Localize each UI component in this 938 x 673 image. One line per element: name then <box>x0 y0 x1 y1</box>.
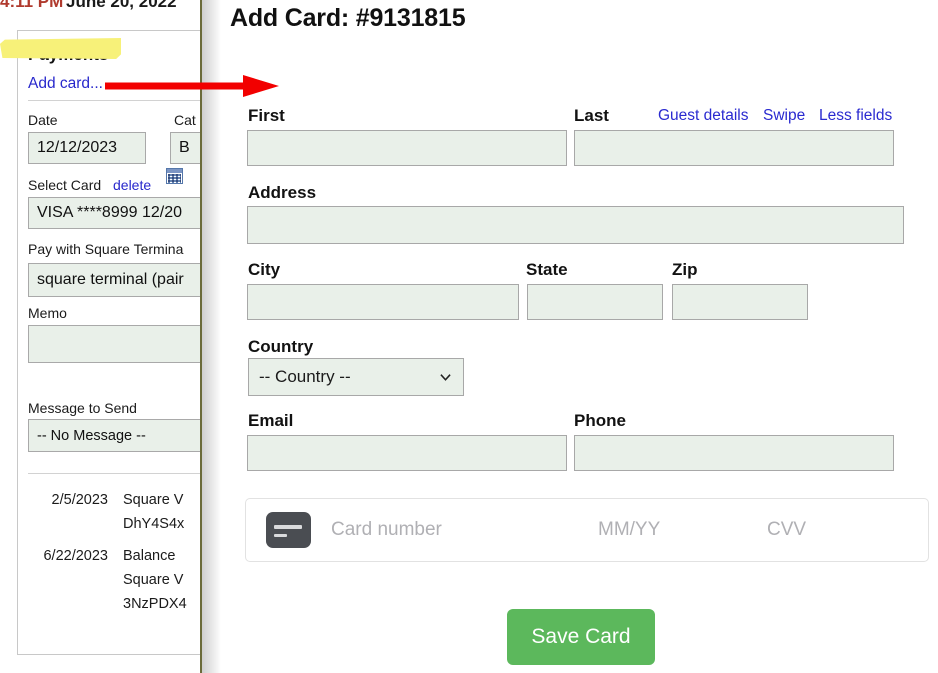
email-input[interactable] <box>247 435 567 471</box>
card-icon-bar <box>274 525 302 529</box>
transaction-desc-line: Square V <box>123 492 184 508</box>
first-name-label: First <box>248 106 285 125</box>
first-name-input[interactable] <box>247 130 567 166</box>
select-card-label: Select Card <box>28 177 102 193</box>
phone-label: Phone <box>574 411 626 430</box>
memo-input[interactable] <box>28 325 201 363</box>
last-name-input[interactable] <box>574 130 894 166</box>
add-card-link[interactable]: Add card... <box>28 75 103 93</box>
city-input[interactable] <box>247 284 519 320</box>
card-cvv-placeholder[interactable]: CVV <box>767 519 806 541</box>
pay-with-input[interactable]: square terminal (pair <box>28 263 201 297</box>
cut-off-window-header: 4:11 PM June 20, 2022 <box>0 0 201 14</box>
sidebar-divider-top <box>28 100 201 101</box>
swipe-link[interactable]: Swipe <box>763 107 805 125</box>
category-input[interactable]: B <box>170 132 201 164</box>
email-label: Email <box>248 411 294 430</box>
guest-details-link[interactable]: Guest details <box>658 107 748 125</box>
transaction-date: 6/22/2023 <box>43 548 108 564</box>
country-selected-value: -- Country -- <box>259 367 351 386</box>
transaction-desc-line: DhY4S4x <box>123 516 185 532</box>
background-window-panel: 4:11 PM June 20, 2022 Payments Add card.… <box>0 0 201 673</box>
page-title: Add Card: #9131815 <box>230 4 466 32</box>
panel-right-border <box>200 0 202 673</box>
message-to-send-select[interactable]: -- No Message -- <box>28 419 201 452</box>
transaction-date: 2/5/2023 <box>51 492 108 508</box>
less-fields-link[interactable]: Less fields <box>819 107 892 125</box>
message-to-send-label: Message to Send <box>28 400 137 416</box>
save-card-button[interactable]: Save Card <box>507 609 655 665</box>
country-select[interactable]: -- Country -- <box>248 358 464 396</box>
zip-label: Zip <box>672 260 698 279</box>
header-date: June 20, 2022 <box>66 0 177 11</box>
credit-card-icon <box>266 512 311 548</box>
sidebar-divider-bottom <box>28 473 201 474</box>
state-input[interactable] <box>527 284 663 320</box>
zip-input[interactable] <box>672 284 808 320</box>
city-label: City <box>248 260 281 279</box>
last-name-label: Last <box>574 106 609 125</box>
transaction-desc-line: Balance <box>123 548 176 564</box>
pay-with-label: Pay with Square Termina <box>28 241 184 257</box>
transaction-desc-line: Square V <box>123 572 184 588</box>
select-card-input[interactable]: VISA ****8999 12/20 <box>28 197 201 229</box>
header-time: 4:11 PM <box>0 0 64 11</box>
date-input[interactable]: 12/12/2023 <box>28 132 146 164</box>
payments-panel: Payments Add card... Date 12/12/2023 Cat… <box>17 30 201 655</box>
card-entry-widget[interactable]: Card number MM/YY CVV <box>245 498 929 562</box>
delete-card-link[interactable]: delete <box>113 177 151 193</box>
address-input[interactable] <box>247 206 904 244</box>
country-label: Country <box>248 337 314 356</box>
card-expiry-placeholder[interactable]: MM/YY <box>598 519 660 541</box>
calendar-icon[interactable] <box>166 168 183 184</box>
state-label: State <box>526 260 568 279</box>
address-label: Address <box>248 183 317 202</box>
memo-label: Memo <box>28 305 67 321</box>
category-label: Cat <box>174 112 196 128</box>
date-label: Date <box>28 112 58 128</box>
phone-input[interactable] <box>574 435 894 471</box>
calendar-icon-header <box>167 169 182 173</box>
add-card-modal: Add Card: #9131815 First Last Guest deta… <box>221 0 938 673</box>
panel-shadow-strip <box>202 0 221 673</box>
card-icon-bar <box>274 534 287 537</box>
calendar-icon-grid <box>168 174 181 183</box>
card-number-placeholder[interactable]: Card number <box>331 519 442 541</box>
transaction-desc-line: 3NzPDX4 <box>123 596 187 612</box>
chevron-down-icon <box>440 374 451 381</box>
yellow-highlight-marker <box>0 38 121 59</box>
